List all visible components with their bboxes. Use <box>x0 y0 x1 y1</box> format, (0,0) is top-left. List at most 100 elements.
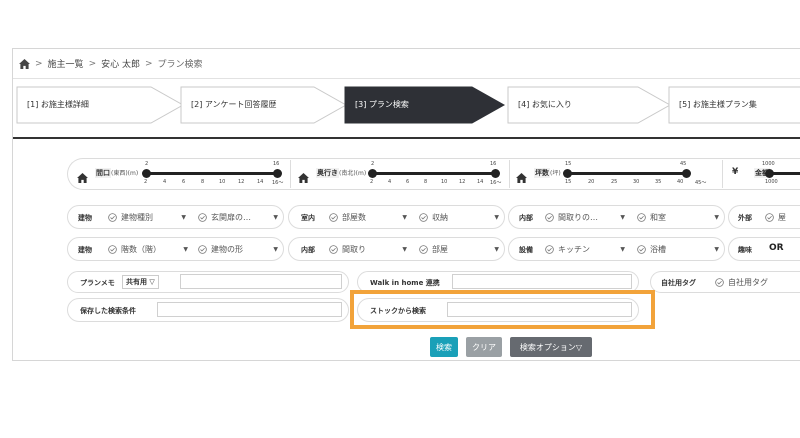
filter-group-hobby: 趣味 OR <box>728 237 800 261</box>
tick-label: 14 <box>257 179 264 185</box>
select-building-type[interactable]: 建物種別 ▼ <box>108 212 186 223</box>
select-building-shape[interactable]: 建物の形 ▼ <box>198 244 278 255</box>
filter-group-interior: 室内 部屋数 ▼ 収納 ▼ <box>288 205 505 229</box>
filter-group-parts: 内部 間取りの… ▼ 和室 ▼ <box>508 205 725 229</box>
filter-group-equipment: 設備 キッチン ▼ 浴槽 ▼ <box>508 237 725 261</box>
select-exterior[interactable]: 屋 <box>765 212 786 223</box>
walk-in-home-label: Walk in home 連携 <box>370 279 440 287</box>
breadcrumb-item-owners[interactable]: 施主一覧 <box>48 57 84 70</box>
select-japanese-room[interactable]: 和室 ▼ <box>637 212 719 223</box>
slider-unit: (南北)(m) <box>339 170 367 177</box>
slider-track <box>372 172 496 175</box>
slider-label: 奥行き <box>316 168 339 178</box>
slider-min-value: 1000 <box>762 161 775 167</box>
home-icon[interactable] <box>19 58 30 69</box>
slider-handle-max[interactable] <box>491 169 500 178</box>
slider-divider <box>722 160 723 188</box>
tick-label: 8 <box>424 179 428 185</box>
section-divider <box>13 137 800 139</box>
select-room-count[interactable]: 部屋数 ▼ <box>329 212 407 223</box>
slider-divider <box>290 160 291 188</box>
breadcrumb-item-current: プラン検索 <box>157 60 203 70</box>
select-floor-plan[interactable]: 間取り ▼ <box>329 244 407 255</box>
select-rooms[interactable]: 部屋 ▼ <box>419 244 499 255</box>
slider-max-value: 45 <box>680 161 687 167</box>
filter-group-building: 建物 建物種別 ▼ 玄関扉の… ▼ <box>67 205 284 229</box>
caret-down-icon: ▼ <box>273 246 278 253</box>
select-kitchen[interactable]: キッチン ▼ <box>545 244 625 255</box>
select-entrance-door[interactable]: 玄関扉の… ▼ <box>198 212 278 223</box>
shared-memo-dropdown[interactable]: 共有用 ▽ <box>122 275 159 289</box>
tick-label: 14 <box>477 179 484 185</box>
walk-in-home-input[interactable] <box>452 274 632 289</box>
check-circle-icon <box>545 245 554 254</box>
caret-down-icon: ▼ <box>273 214 278 221</box>
check-circle-icon <box>637 245 646 254</box>
plan-memo-input[interactable] <box>180 274 342 289</box>
caret-down-icon: ▼ <box>402 214 407 221</box>
tick-label: 12 <box>459 179 466 185</box>
slider-tsubo: 坪数(坪) 15 45 15 20 25 30 35 40 45〜 <box>512 158 722 190</box>
tick-label: 45〜 <box>695 180 707 186</box>
check-circle-icon <box>329 245 338 254</box>
slider-unit: (坪) <box>550 170 561 177</box>
breadcrumb-item-owner-name[interactable]: 安心 太郎 <box>101 57 140 70</box>
slider-min-value: 2 <box>371 161 375 167</box>
filter-group-interior-2: 内部 間取り ▼ 部屋 ▼ <box>288 237 505 261</box>
caret-down-icon: ▼ <box>402 246 407 253</box>
company-tag-select[interactable]: 自社用タグ <box>715 277 768 288</box>
plan-memo-label: プランメモ <box>80 279 115 287</box>
tick-label: 12 <box>238 179 245 185</box>
search-button[interactable]: 検索 <box>430 337 458 357</box>
select-floors[interactable]: 階数（階） ▼ <box>108 244 188 255</box>
filter-group-building-2: 建物 階数（階） ▼ 建物の形 ▼ <box>67 237 284 261</box>
slider-handle-min[interactable] <box>765 169 774 178</box>
tick-label: 15 <box>565 179 572 185</box>
select-layout-type[interactable]: 間取りの… ▼ <box>545 212 625 223</box>
slider-handle-max[interactable] <box>682 169 691 178</box>
slider-handle-min[interactable] <box>563 169 572 178</box>
slider-unit: (東西)(m) <box>111 170 139 177</box>
step-navigation: [1] お施主様詳細 [2] アンケート回答履歴 [3] プラン検索 [4] お… <box>13 86 800 127</box>
saved-search-input[interactable] <box>157 302 342 317</box>
check-circle-icon <box>108 245 117 254</box>
slider-handle-min[interactable] <box>368 169 377 178</box>
check-circle-icon <box>637 213 646 222</box>
slider-max-value: 16 <box>273 161 280 167</box>
breadcrumb-separator: > <box>35 58 43 69</box>
filter-label: 室内 <box>301 214 315 222</box>
filter-label: 外部 <box>738 214 752 222</box>
tick-label: 16〜 <box>272 180 284 186</box>
tick-label: 6 <box>406 179 410 185</box>
check-circle-icon <box>329 213 338 222</box>
hobby-logic-toggle[interactable]: OR <box>769 243 784 253</box>
slider-divider <box>509 160 510 188</box>
tick-label: 40 <box>677 179 684 185</box>
select-storage[interactable]: 収納 ▼ <box>419 212 499 223</box>
check-circle-icon <box>198 213 207 222</box>
clear-button[interactable]: クリア <box>466 337 502 357</box>
tick-label: 35 <box>655 179 662 185</box>
caret-down-icon: ▼ <box>714 246 719 253</box>
tick-label: 4 <box>388 179 392 185</box>
slider-handle-max[interactable] <box>273 169 282 178</box>
company-tag-label: 自社用タグ <box>661 279 696 287</box>
slider-frontage: 間口(東西)(m) 2 16 2 4 6 8 10 12 14 16〜 <box>73 158 288 190</box>
search-options-button[interactable]: 検索オプション▽ <box>510 337 592 357</box>
tick-label: 25 <box>611 179 618 185</box>
caret-down-icon: ▼ <box>494 246 499 253</box>
slider-price: ¥ 金額 1000 1000 <box>726 158 800 190</box>
home-icon <box>298 168 309 183</box>
tick-label: 30 <box>633 179 640 185</box>
tick-label: 10 <box>441 179 448 185</box>
tick-label: 2 <box>370 179 374 185</box>
select-bathtub[interactable]: 浴槽 ▼ <box>637 244 719 255</box>
breadcrumb: > 施主一覧 > 安心 太郎 > プラン検索 <box>13 49 800 79</box>
tick-label: 8 <box>201 179 205 185</box>
tick-label: 1000 <box>765 179 778 185</box>
slider-ticks: 2 4 6 8 10 12 14 16〜 <box>144 179 294 187</box>
slider-handle-min[interactable] <box>142 169 151 178</box>
caret-down-icon: ▼ <box>181 214 186 221</box>
tick-label: 10 <box>219 179 226 185</box>
filter-label: 建物 <box>78 246 92 254</box>
